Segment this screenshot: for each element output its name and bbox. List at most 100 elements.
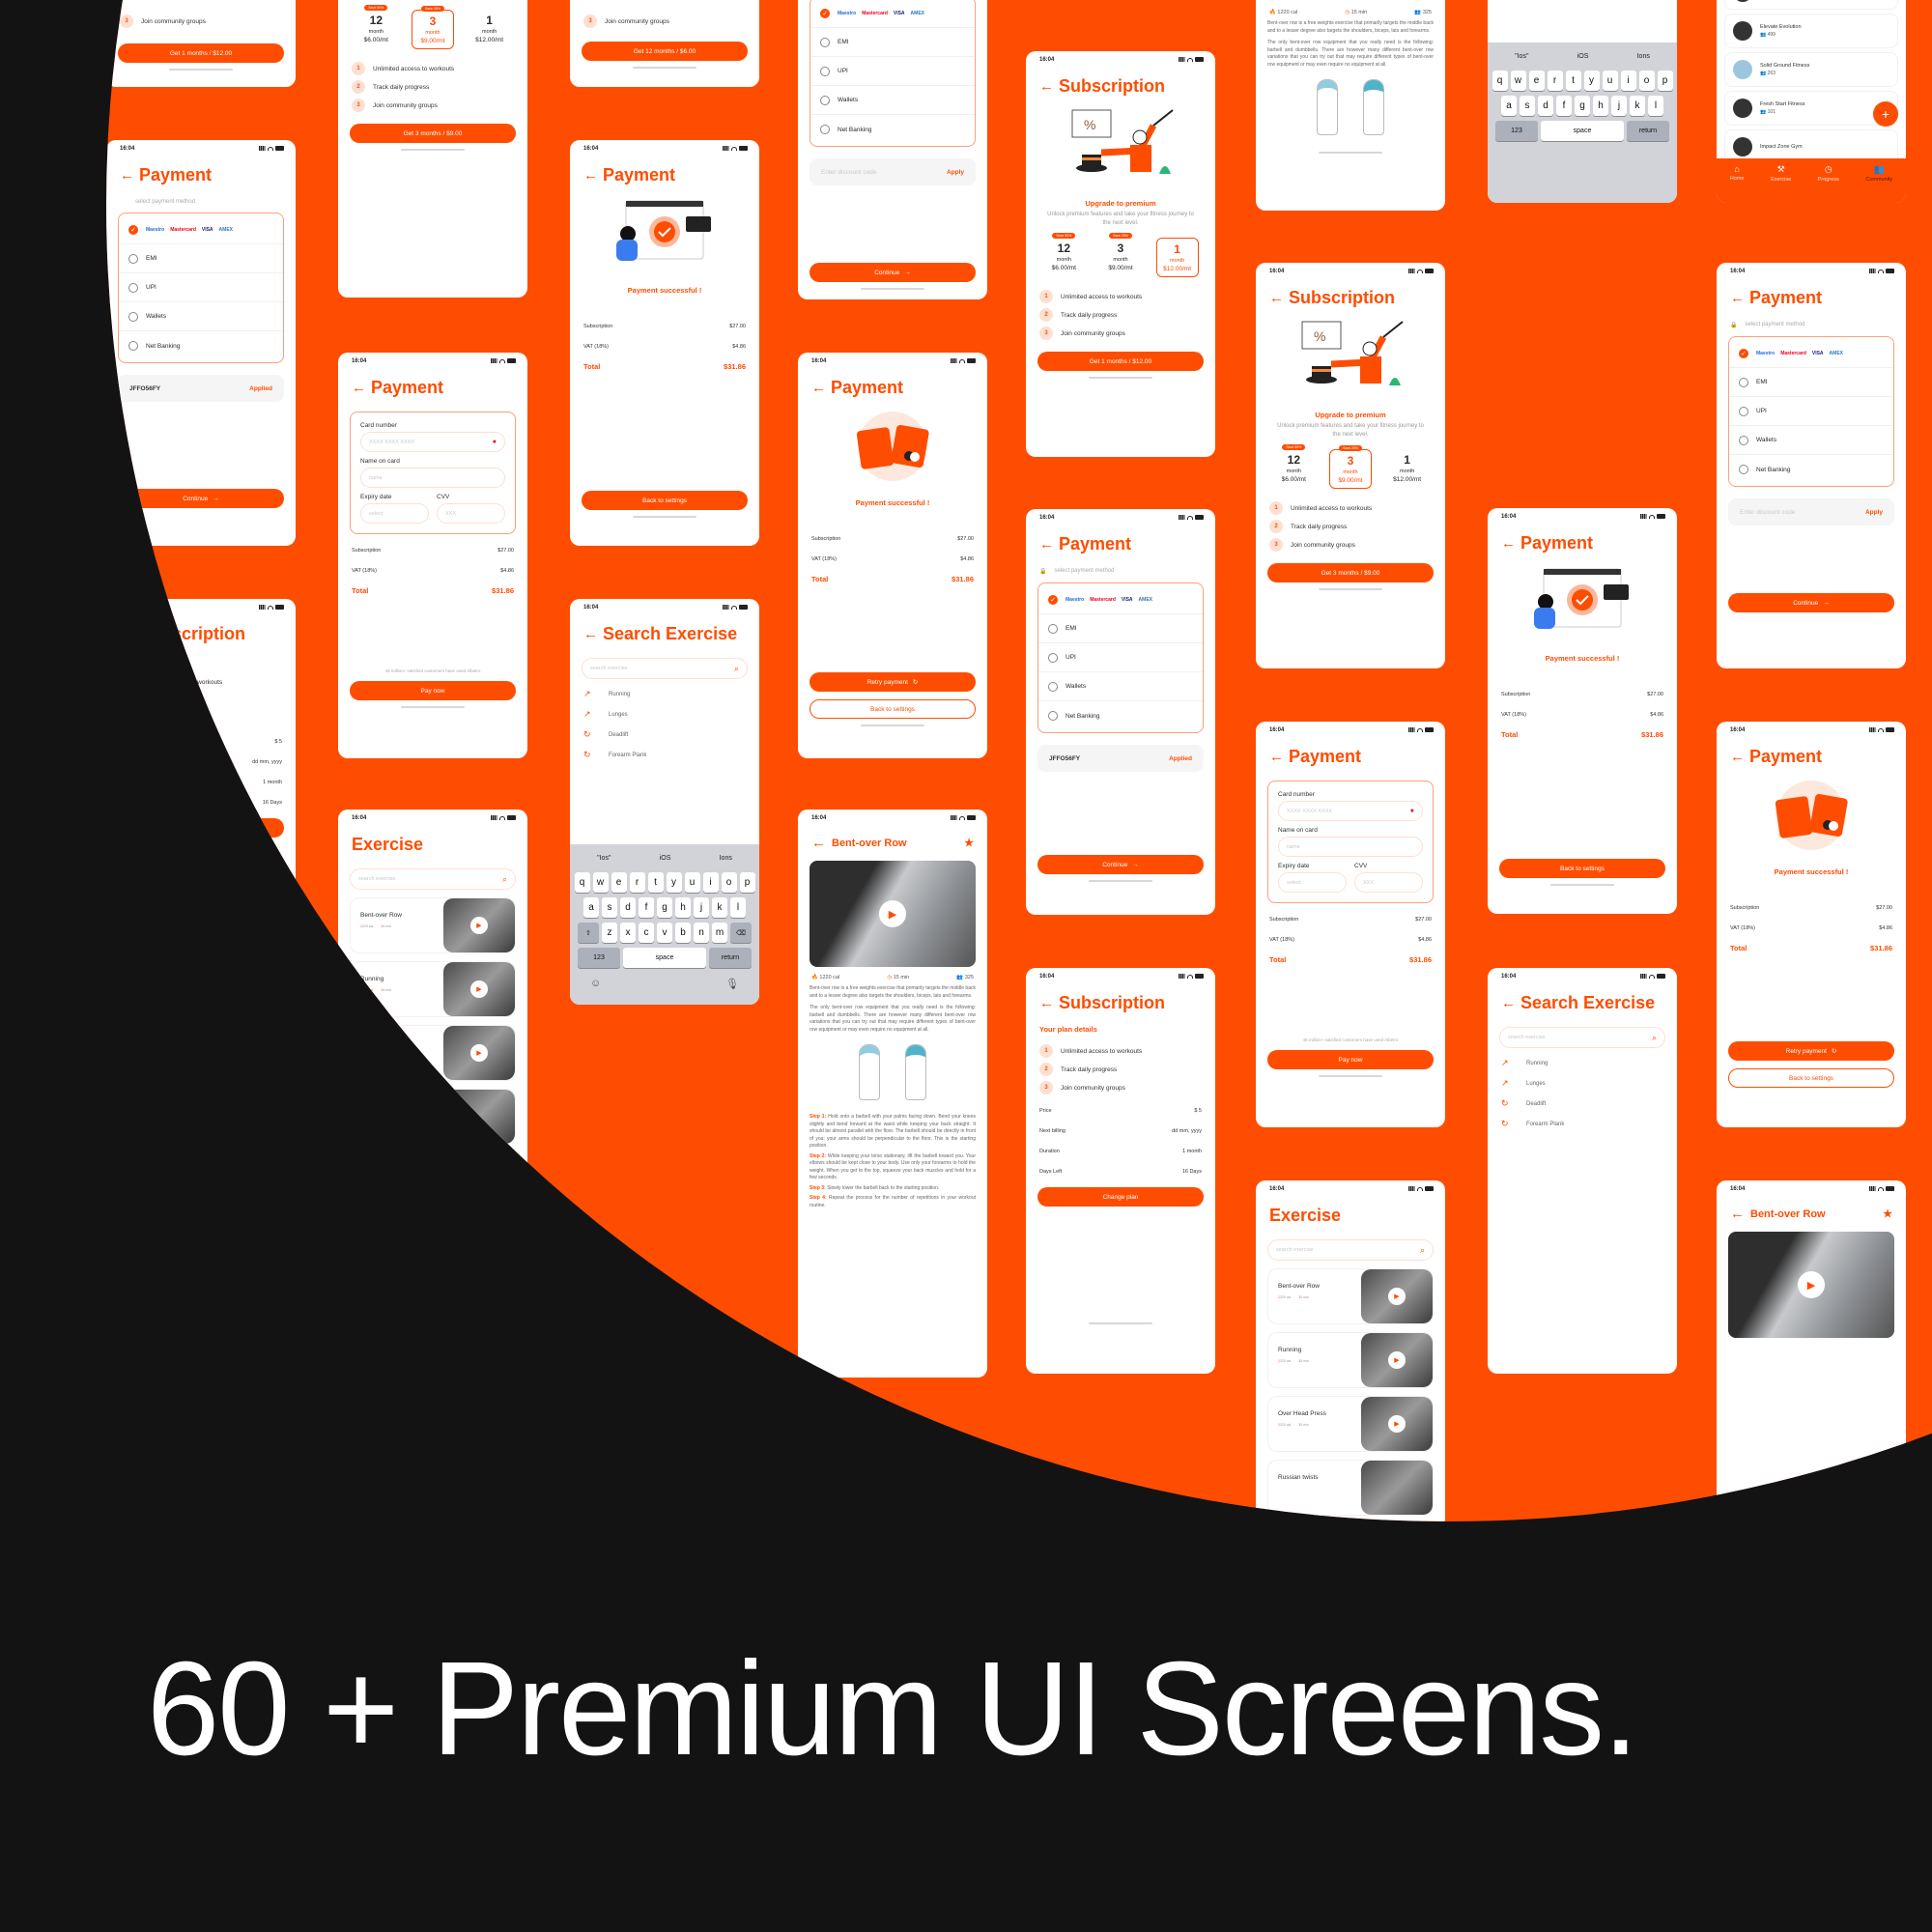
cvv-input[interactable]: XXX — [1354, 872, 1423, 893]
back-arrow-icon[interactable]: ← — [1730, 749, 1745, 765]
suggestion[interactable]: Ions — [720, 855, 732, 862]
exercise-card[interactable]: Over Head Press 1220 cal 15 min ▶ — [1267, 1396, 1434, 1452]
key-o[interactable]: o — [1638, 71, 1655, 91]
continue-button[interactable]: Continue → — [1037, 855, 1204, 874]
method-emi[interactable]: EMI — [1038, 614, 1203, 643]
method-card[interactable]: ✓ Maestro Mastercard VISA AMEX — [1038, 585, 1203, 614]
key-j[interactable]: j — [694, 897, 709, 918]
back-arrow-icon[interactable]: ← — [1039, 995, 1054, 1011]
nav-community[interactable]: 👥 Community — [1865, 164, 1892, 183]
favorite-star-icon[interactable]: ★ — [964, 837, 974, 849]
key-y[interactable]: y — [666, 872, 682, 893]
pay-now-button[interactable]: Pay now — [1267, 1050, 1434, 1069]
recent-item[interactable]: ↻ Deadlift — [1488, 1089, 1677, 1109]
exercise-card[interactable]: Over Head Press 1220 cal 15 min ▶ — [350, 1025, 516, 1081]
method-upi[interactable]: UPI — [810, 57, 975, 86]
play-icon[interactable]: ▶ — [879, 900, 906, 927]
apply-button[interactable]: Apply — [1865, 509, 1883, 516]
play-icon[interactable]: ▶ — [1388, 1288, 1406, 1305]
key-m[interactable]: m — [712, 923, 727, 943]
plan-12-months[interactable]: Save 50% 12 month $6.00/mt — [1042, 233, 1085, 277]
back-arrow-icon[interactable]: ← — [583, 626, 598, 642]
exercise-card[interactable]: Russian twists — [350, 1089, 516, 1145]
back-arrow-icon[interactable]: ← — [1039, 536, 1054, 553]
method-upi[interactable]: UPI — [119, 273, 283, 302]
method-card[interactable]: ✓ Maestro Mastercard VISA AMEX — [119, 215, 283, 244]
key-n[interactable]: n — [694, 923, 709, 943]
back-arrow-icon[interactable]: ← — [1730, 290, 1745, 306]
method-net-banking[interactable]: Net Banking — [1729, 455, 1893, 484]
expiry-date-select[interactable]: select — [360, 503, 429, 524]
back-arrow-icon[interactable]: ← — [811, 835, 826, 851]
key-t[interactable]: t — [647, 872, 664, 893]
continue-button[interactable]: Continue → — [118, 489, 284, 508]
key-k[interactable]: k — [1630, 96, 1645, 116]
card-number-input[interactable]: XXXX XXXX XXXX ● — [360, 432, 505, 452]
nav-home[interactable]: ⌂ Home — [1730, 164, 1745, 182]
method-upi[interactable]: UPI — [1038, 643, 1203, 672]
key-v[interactable]: v — [657, 923, 672, 943]
key-h[interactable]: h — [1593, 96, 1608, 116]
method-emi[interactable]: EMI — [119, 244, 283, 273]
key-i[interactable]: i — [1620, 71, 1636, 91]
back-arrow-icon[interactable]: ← — [1269, 290, 1284, 306]
key-l[interactable]: l — [730, 897, 746, 918]
favorite-star-icon[interactable]: ★ — [1883, 1208, 1892, 1220]
key-w[interactable]: w — [1510, 71, 1526, 91]
community-group[interactable]: Elevate Evolution 👥 499 — [1724, 14, 1898, 48]
expiry-date-select[interactable]: select — [1278, 872, 1347, 893]
key-g[interactable]: g — [1575, 96, 1590, 116]
key-b[interactable]: b — [675, 923, 691, 943]
change-plan-button[interactable]: Change plan — [1037, 1187, 1204, 1207]
method-net-banking[interactable]: Net Banking — [119, 331, 283, 360]
exercise-card[interactable]: Bent-over Row 1220 cal 15 min ▶ — [350, 897, 516, 953]
plan-1-month[interactable]: 1 month $12.00/mt — [1155, 238, 1199, 277]
space-key[interactable]: space — [1541, 121, 1624, 141]
back-arrow-icon[interactable]: ← — [583, 167, 598, 184]
plan-3-months[interactable]: Save 25% 3 month $9.00/mt — [1328, 445, 1372, 489]
back-arrow-icon[interactable]: ← — [120, 167, 134, 184]
play-icon[interactable]: ▶ — [1388, 1351, 1406, 1369]
apply-button[interactable]: Apply — [947, 169, 964, 176]
discount-code-input[interactable]: Enter discount code Apply — [810, 158, 976, 185]
key-s[interactable]: s — [602, 897, 617, 918]
method-wallets[interactable]: Wallets — [1038, 672, 1203, 701]
key-a[interactable]: a — [1501, 96, 1517, 116]
key-q[interactable]: q — [574, 872, 590, 893]
suggestion[interactable]: iOS — [1577, 53, 1589, 60]
key-u[interactable]: u — [1602, 71, 1618, 91]
exercise-video[interactable]: ▶ — [810, 861, 976, 967]
discount-code-input[interactable]: Enter discount code Apply — [1728, 498, 1894, 526]
key-f[interactable]: f — [1556, 96, 1572, 116]
search-input[interactable]: search exercise ⌕ — [350, 868, 516, 890]
play-icon[interactable]: ▶ — [470, 980, 488, 998]
method-emi[interactable]: EMI — [1729, 368, 1893, 397]
key-j[interactable]: j — [1611, 96, 1627, 116]
back-arrow-icon[interactable]: ← — [1269, 749, 1284, 765]
suggestion[interactable]: "Ios" — [1515, 53, 1528, 60]
tab-exercise[interactable]: Exercise — [350, 1154, 429, 1174]
retry-payment-button[interactable]: Retry payment ↻ — [810, 672, 976, 692]
plan-1-month[interactable]: 1 month $12.00/mt — [469, 10, 511, 49]
play-icon[interactable]: ▶ — [470, 917, 488, 934]
recent-item[interactable]: ↻ Forearm Plank — [1488, 1109, 1677, 1129]
back-arrow-icon[interactable]: ← — [1501, 995, 1516, 1011]
key-d[interactable]: d — [620, 897, 636, 918]
key-a[interactable]: a — [583, 897, 599, 918]
method-net-banking[interactable]: Net Banking — [810, 115, 975, 144]
search-input[interactable]: search exercise ⌕ — [1267, 1239, 1434, 1261]
retry-payment-button[interactable]: Retry payment ↻ — [1728, 1041, 1894, 1061]
key-r[interactable]: r — [629, 872, 645, 893]
key-x[interactable]: x — [620, 923, 636, 943]
numbers-key[interactable]: 123 — [578, 948, 620, 968]
exercise-video[interactable]: ▶ — [1728, 1232, 1894, 1338]
get-plan-button[interactable]: Get 3 months / $9.00 — [350, 124, 516, 143]
nav-exercise[interactable]: ⚒ Exercise — [1771, 164, 1791, 183]
key-w[interactable]: w — [592, 872, 609, 893]
key-q[interactable]: q — [1492, 71, 1508, 91]
delete-key[interactable]: ⌫ — [730, 923, 752, 943]
nav-progress[interactable]: ◷ Progress — [1818, 164, 1839, 183]
method-wallets[interactable]: Wallets — [119, 302, 283, 331]
recent-item[interactable]: ↗ Running — [1488, 1048, 1677, 1068]
exercise-card[interactable]: Bent-over Row 1220 cal 15 min ▶ — [1267, 1268, 1434, 1324]
